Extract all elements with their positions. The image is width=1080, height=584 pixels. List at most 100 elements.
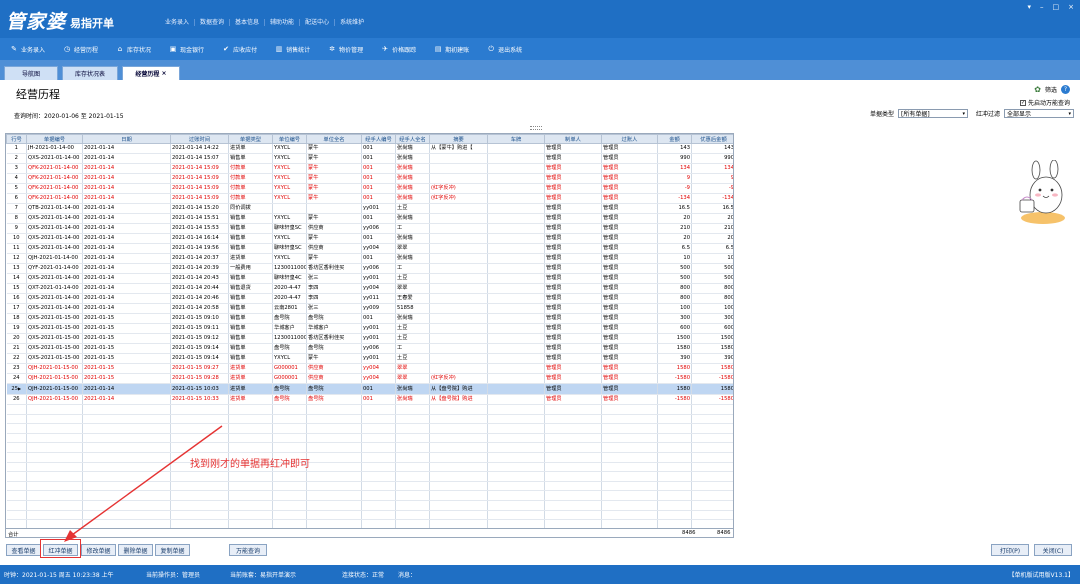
tab-stock-report[interactable]: 库存状况表 (62, 66, 118, 80)
table-cell: 4 (6, 173, 27, 184)
table-row[interactable]: 15 QXT-2021-01-14-00 2021-01-14 2021-01-14 … (6, 283, 733, 294)
toolbar-button-cash[interactable]: ▣ 现金银行 (169, 45, 204, 54)
doc-type-select[interactable]: [所有单据] ▾ (897, 109, 968, 118)
toolbar-button-exit[interactable]: ⏻ 退出系统 (487, 45, 522, 54)
table-cell: QJH-2021-01-14-00 (26, 253, 83, 264)
universal-query-button[interactable]: 万能查询 (229, 544, 267, 556)
column-header[interactable]: 行号 (6, 134, 27, 144)
top-menu-item[interactable]: 业务录入 (160, 19, 196, 26)
table-row[interactable]: 21 QXS-2021-01-15-00 2021-01-15 2021-01-15 … (6, 343, 733, 354)
column-header[interactable]: 单位编号 (272, 134, 307, 144)
toolbar-button-history[interactable]: ◷ 经营历程 (63, 45, 98, 54)
column-header[interactable]: 单据编号 (26, 134, 83, 144)
table-row[interactable]: 13 QYF-2021-01-14-00 2021-01-14 2021-01-14 … (6, 263, 733, 274)
empty-cell (26, 404, 83, 415)
table-cell: 销售单 (228, 303, 273, 314)
tab-navigation[interactable]: 导航图 (4, 66, 58, 80)
top-menu-item[interactable]: 辅助功能 (265, 19, 301, 26)
empty-cell (272, 471, 307, 482)
empty-cell (657, 510, 692, 521)
dropdown-icon[interactable]: ▾ (1027, 3, 1031, 11)
table-cell: 管理员 (544, 203, 602, 214)
table-row[interactable]: 19 QXS-2021-01-15-00 2021-01-15 2021-01-15 … (6, 323, 733, 334)
table-row[interactable]: 24 QJH-2021-01-15-00 2021-01-15 2021-01-15 … (6, 373, 733, 384)
table-cell (487, 313, 545, 324)
table-row[interactable]: 25▶ QJH-2021-01-15-00 2021-01-14 2021-01-15… (6, 383, 733, 395)
table-row[interactable]: 6 QFK-2021-01-14-00 2021-01-14 2021-01-14 1… (6, 193, 733, 204)
table-row[interactable]: 5 QFK-2021-01-14-00 2021-01-14 2021-01-14 1… (6, 183, 733, 194)
table-row[interactable]: 11 QXS-2021-01-14-00 2021-01-14 2021-01-14 … (6, 243, 733, 254)
toolbar-button-price-track[interactable]: ✈ 价格跟踪 (381, 45, 416, 54)
column-header[interactable]: 单位全名 (306, 134, 362, 144)
tab-close-icon[interactable]: × (162, 70, 167, 77)
table-row[interactable]: 10 QXS-2021-01-14-00 2021-01-14 2021-01-14 … (6, 233, 733, 244)
table-row[interactable]: 9 QXS-2021-01-14-00 2021-01-14 2021-01-14 1… (6, 223, 733, 234)
top-menu-item[interactable]: 系统维护 (335, 19, 369, 26)
column-header[interactable]: 优惠后金额 (691, 134, 733, 144)
empty-cell (306, 500, 362, 511)
quick-query-checkbox[interactable]: ✓ (1019, 99, 1026, 106)
toolbar-button-entry[interactable]: ✎ 业务录入 (10, 45, 45, 54)
table-row[interactable]: 3 QFK-2021-01-14-00 2021-01-14 2021-01-14 1… (6, 163, 733, 174)
close-icon[interactable]: × (1068, 3, 1074, 11)
quick-query-option[interactable]: ✓ 先启动万能查询 (1019, 98, 1070, 107)
table-cell (487, 323, 545, 334)
empty-cell (657, 471, 692, 482)
table-row[interactable]: 16 QXS-2021-01-14-00 2021-01-14 2021-01-14 … (6, 293, 733, 304)
delete-doc-button[interactable]: 删除单据 (118, 544, 153, 556)
table-row[interactable]: 1 JH-2021-01-14-00 2021-01-14 2021-01-14 14… (6, 143, 733, 154)
table-row[interactable]: 18 QXS-2021-01-15-00 2021-01-15 2021-01-15 … (6, 313, 733, 324)
column-header[interactable]: 过账人 (601, 134, 658, 144)
table-cell: 张尚瑞 (395, 153, 430, 164)
top-menu-item[interactable]: 数据查询 (195, 19, 231, 26)
help-icon[interactable]: ? (1061, 85, 1070, 94)
minimize-icon[interactable]: – (1040, 3, 1044, 11)
empty-cell (487, 404, 545, 415)
table-row[interactable]: 4 QFK-2021-01-14-00 2021-01-14 2021-01-14 1… (6, 173, 733, 184)
table-row[interactable]: 20 QXS-2021-01-15-00 2021-01-15 2021-01-15 … (6, 333, 733, 344)
table-row[interactable]: 12 QJH-2021-01-14-00 2021-01-14 2021-01-14 … (6, 253, 733, 264)
table-cell: 990 (657, 153, 692, 164)
column-header[interactable]: 制单人 (544, 134, 602, 144)
top-menu-item[interactable]: 配送中心 (300, 19, 336, 26)
print-button[interactable]: 打印(P) (991, 544, 1029, 556)
column-header[interactable]: 经手人全名 (395, 134, 430, 144)
column-header[interactable]: 金额 (657, 134, 692, 144)
toolbar-button-receivable[interactable]: ✔ 应收应付 (222, 45, 257, 54)
toolbar-button-stock[interactable]: ⌂ 库存状况 (116, 45, 151, 54)
empty-cell (429, 510, 488, 521)
table-row[interactable]: 8 QXS-2021-01-14-00 2021-01-14 2021-01-14 1… (6, 213, 733, 224)
toolbar-button-price[interactable]: ✲ 物价管理 (328, 45, 363, 54)
table-cell: 20 (691, 213, 733, 224)
column-header[interactable]: 摘要 (429, 134, 488, 144)
splitter-grip[interactable] (530, 126, 542, 130)
table-cell: 翠翠 (395, 363, 430, 374)
toolbar-button-opening[interactable]: ▤ 期初建账 (434, 45, 469, 54)
tab-business-history[interactable]: 经营历程 × (122, 66, 180, 80)
toolbar-button-sales-stats[interactable]: ▥ 销售统计 (275, 45, 310, 54)
empty-cell (82, 481, 171, 492)
table-row[interactable]: 26 QJH-2021-01-15-00 2021-01-14 2021-01-15 … (6, 394, 733, 405)
table-cell: 销售单 (228, 273, 273, 284)
table-row[interactable]: 23 QJH-2021-01-15-00 2021-01-15 2021-01-15 … (6, 363, 733, 374)
table-row[interactable]: 22 QXS-2021-01-15-00 2021-01-15 2021-01-15 … (6, 353, 733, 364)
table-row[interactable]: 17 QXS-2021-01-14-00 2021-01-14 2021-01-14 … (6, 303, 733, 314)
column-header[interactable]: 车牌 (487, 134, 545, 144)
filter-link[interactable]: 筛选 (1045, 85, 1057, 94)
close-button[interactable]: 关闭(C) (1034, 544, 1072, 556)
column-header[interactable]: 过账时间 (170, 134, 229, 144)
table-row[interactable]: 2 QXS-2021-01-14-00 2021-01-14 2021-01-14 1… (6, 153, 733, 164)
redflush-select[interactable]: 全部显示 ▾ (1004, 109, 1074, 118)
table-row[interactable]: 14 QXS-2021-01-14-00 2021-01-14 2021-01-14 … (6, 273, 733, 284)
top-menu-item[interactable]: 基本信息 (230, 19, 266, 26)
column-header[interactable]: 经手人编号 (361, 134, 396, 144)
view-doc-button[interactable]: 查看单据 (6, 544, 41, 556)
column-header[interactable]: 日期 (82, 134, 171, 144)
column-header[interactable]: 单据类型 (228, 134, 273, 144)
empty-cell (657, 433, 692, 444)
copy-doc-button[interactable]: 复制单据 (155, 544, 190, 556)
edit-doc-button[interactable]: 修改单据 (81, 544, 116, 556)
table-cell: 001 (361, 253, 396, 264)
maximize-icon[interactable]: □ (1053, 3, 1060, 11)
table-row[interactable]: 7 QTB-2021-01-14-00 2021-01-14 2021-01-14 1… (6, 203, 733, 214)
